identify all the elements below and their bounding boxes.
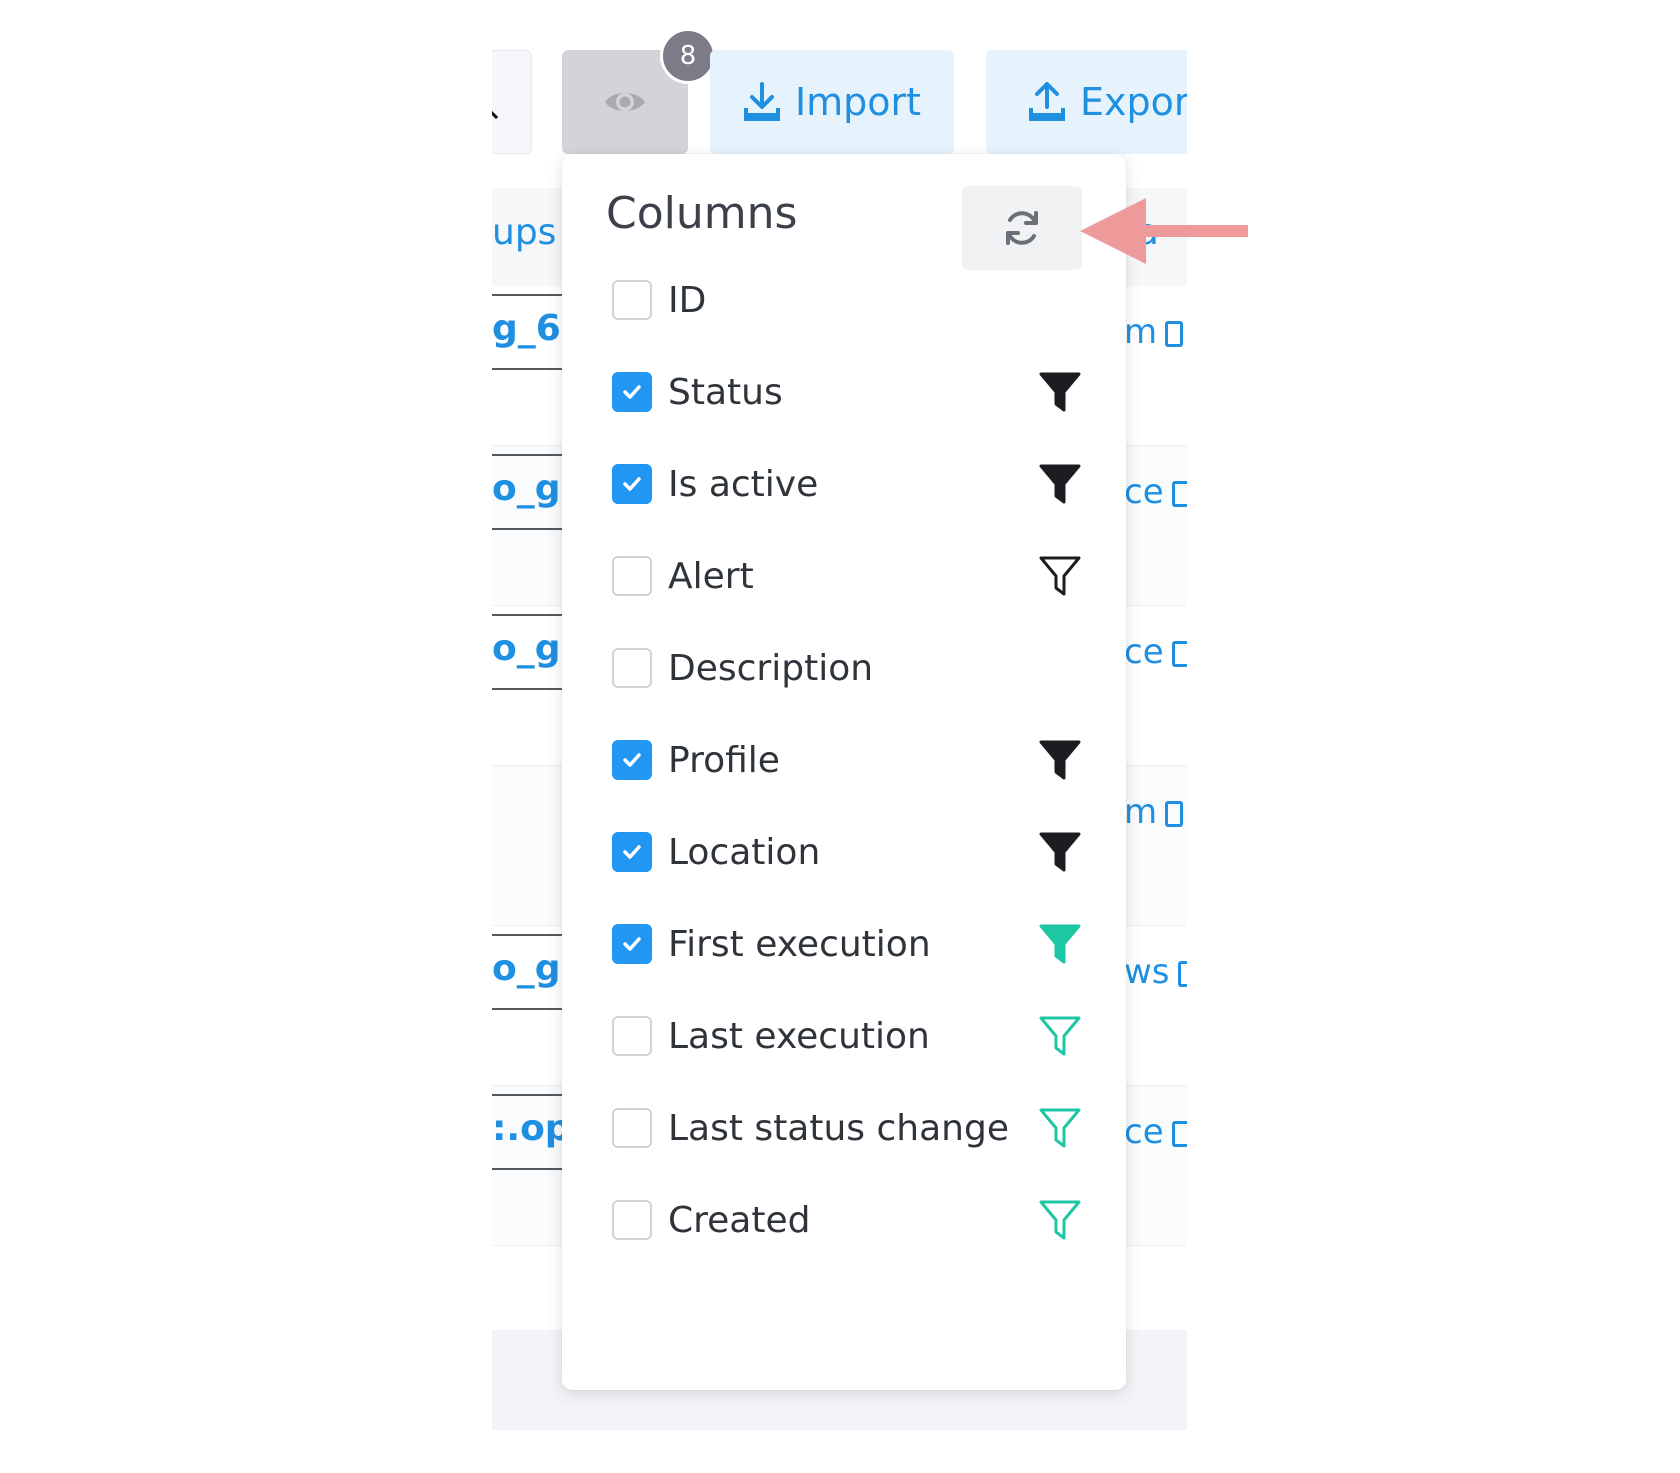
check-icon [623, 937, 641, 951]
toolbar-button-partial[interactable] [492, 50, 532, 154]
eye-icon [605, 93, 645, 111]
column-label: Profile [668, 739, 780, 781]
export-label: Export [1080, 80, 1187, 124]
column-checkbox[interactable] [612, 648, 652, 688]
column-toggle-item[interactable]: Last execution [612, 1006, 1082, 1066]
column-toggle-item[interactable]: Location [612, 822, 1082, 882]
column-toggle-item[interactable]: Status [612, 362, 1082, 422]
column-checkbox[interactable] [612, 1108, 652, 1148]
refresh-icon [1006, 211, 1038, 245]
filter-icon[interactable] [1038, 462, 1082, 506]
cell-text: ce [1124, 632, 1164, 672]
table-cell-location[interactable]: ce [1124, 472, 1187, 512]
column-toggle-item[interactable]: Is active [612, 454, 1082, 514]
table-cell-link[interactable]: :.op [492, 1108, 571, 1149]
divider [492, 934, 567, 936]
hidden-columns-count-badge: 8 [660, 28, 716, 84]
external-link-icon [1171, 641, 1187, 667]
table-cell-location[interactable]: ce [1124, 632, 1187, 672]
cell-text: ws [1124, 952, 1170, 992]
divider [492, 528, 567, 530]
column-label: Description [668, 647, 874, 689]
column-toggle-item[interactable]: Created [612, 1190, 1082, 1250]
check-icon [623, 385, 641, 399]
column-toggle-item[interactable]: ID [612, 270, 1082, 330]
column-label: Last execution [668, 1015, 930, 1057]
divider [492, 1094, 567, 1096]
columns-popover: Columns ID Status Is active Alert Descriptio… [562, 154, 1126, 1390]
import-label: Import [794, 80, 922, 124]
column-label: Location [668, 831, 821, 873]
divider [492, 614, 567, 616]
column-checkbox[interactable] [612, 740, 652, 780]
divider [492, 454, 567, 456]
column-toggle-item[interactable]: Description [612, 638, 1082, 698]
divider [492, 368, 567, 370]
table-cell-location[interactable]: m [1124, 792, 1184, 832]
external-link-icon [1165, 321, 1184, 347]
column-checkbox[interactable] [612, 556, 652, 596]
annotation-arrow [1080, 198, 1248, 264]
table-cell-location[interactable]: m [1124, 312, 1184, 352]
column-toggle-item[interactable]: Alert [612, 546, 1082, 606]
column-toggle-item[interactable]: Profile [612, 730, 1082, 790]
filter-icon[interactable] [1038, 554, 1082, 598]
column-toggle-item[interactable]: Last status change [612, 1098, 1082, 1158]
external-link-icon [1165, 801, 1184, 827]
column-checkbox[interactable] [612, 1200, 652, 1240]
filter-icon[interactable] [1038, 922, 1082, 966]
divider [492, 294, 567, 296]
divider [492, 1168, 567, 1170]
cell-text: m [1124, 792, 1158, 832]
column-checkbox[interactable] [612, 832, 652, 872]
column-label: Created [668, 1199, 811, 1241]
external-link-icon [1171, 1121, 1187, 1147]
column-label: Status [668, 371, 783, 413]
columns-title: Columns [606, 188, 798, 239]
filter-icon[interactable] [1038, 370, 1082, 414]
column-checkbox[interactable] [612, 372, 652, 412]
column-label: ID [668, 279, 707, 321]
external-link-icon [1177, 961, 1187, 987]
column-header-groups[interactable]: ups [492, 212, 556, 253]
sort-icon [492, 104, 504, 120]
import-button[interactable]: Import [710, 50, 954, 154]
column-label: Is active [668, 463, 819, 505]
check-icon [623, 845, 641, 859]
check-icon [623, 477, 641, 491]
external-link-icon [1171, 481, 1187, 507]
cell-text: ce [1124, 472, 1164, 512]
filter-icon[interactable] [1038, 738, 1082, 782]
export-button[interactable]: Export [986, 50, 1187, 154]
filter-icon[interactable] [1038, 830, 1082, 874]
filter-icon[interactable] [1038, 1014, 1082, 1058]
column-checkbox[interactable] [612, 280, 652, 320]
cell-text: :.op [492, 1108, 571, 1149]
reset-columns-button[interactable] [962, 186, 1082, 270]
filter-icon[interactable] [1038, 1198, 1082, 1242]
table-cell-location[interactable]: ws [1124, 952, 1187, 992]
table-cell-location[interactable]: ce [1124, 1112, 1187, 1152]
column-label: First execution [668, 923, 931, 965]
column-label: Last status change [668, 1107, 1009, 1149]
cell-text: m [1124, 312, 1158, 352]
column-checkbox[interactable] [612, 1016, 652, 1056]
column-checkbox[interactable] [612, 464, 652, 504]
column-label: Alert [668, 555, 754, 597]
column-toggle-item[interactable]: First execution [612, 914, 1082, 974]
divider [492, 1008, 567, 1010]
download-icon [743, 82, 780, 121]
upload-icon [1029, 82, 1065, 121]
check-icon [623, 753, 641, 767]
filter-icon[interactable] [1038, 1106, 1082, 1150]
cell-text: ce [1124, 1112, 1164, 1152]
column-checkbox[interactable] [612, 924, 652, 964]
divider [492, 688, 567, 690]
